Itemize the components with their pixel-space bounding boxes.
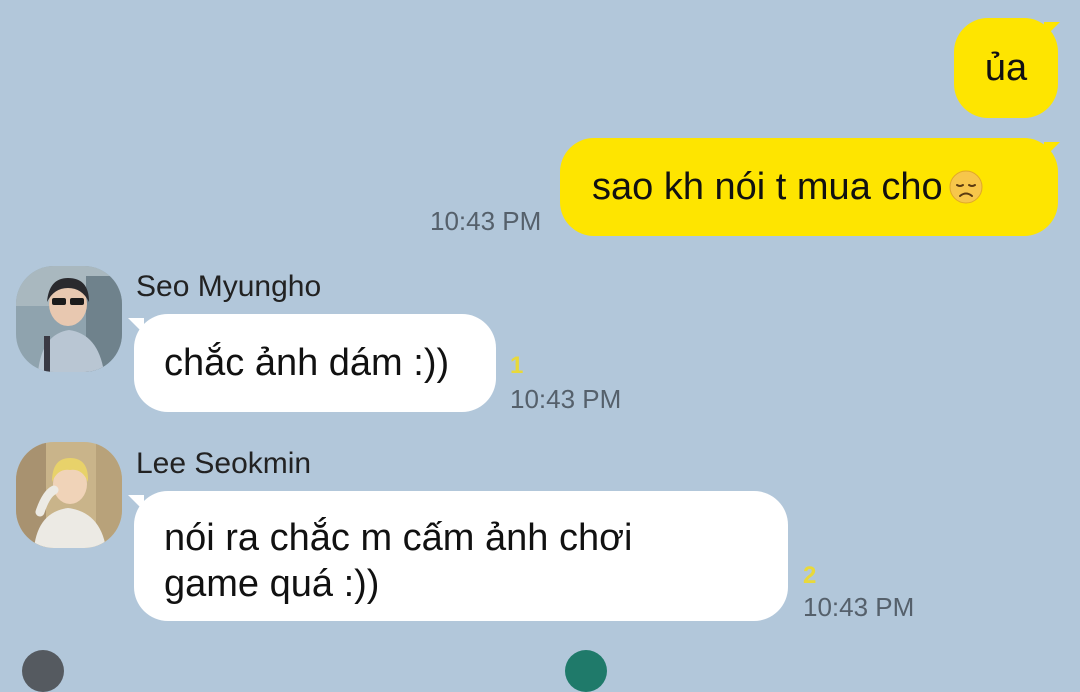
- avatar[interactable]: [16, 266, 122, 372]
- message-text: sao kh nói t mua cho: [592, 166, 943, 208]
- next-icon-partial: [565, 650, 607, 692]
- unread-count: 1: [510, 352, 524, 379]
- message-text: chắc ảnh dám :)): [164, 342, 450, 384]
- message-text-line: game quá :)): [164, 563, 380, 605]
- sender-name: Seo Myungho: [136, 270, 322, 303]
- bubble-tail: [128, 318, 144, 334]
- avatar[interactable]: [16, 442, 122, 548]
- bubble-tail: [128, 495, 144, 511]
- incoming-message-bubble[interactable]: nói ra chắc m cấm ảnh chơi game quá :)): [134, 491, 788, 621]
- message-timestamp: 10:43 PM: [803, 592, 915, 622]
- message-timestamp: 10:43 PM: [510, 384, 622, 414]
- outgoing-message-bubble[interactable]: sao kh nói t mua cho: [560, 138, 1058, 236]
- bubble-tail: [1044, 142, 1060, 158]
- message-text: ủa: [984, 47, 1028, 89]
- sender-name: Lee Seokmin: [136, 447, 312, 480]
- message-text-line: nói ra chắc m cấm ảnh chơi: [164, 517, 633, 559]
- person-photo-avatar: [16, 266, 122, 372]
- person-photo-avatar: [16, 442, 122, 548]
- next-avatar-partial: [22, 650, 64, 692]
- bubble-tail: [1044, 22, 1060, 38]
- unread-count: 2: [803, 562, 817, 589]
- incoming-message-bubble[interactable]: chắc ảnh dám :)): [134, 314, 496, 412]
- message-timestamp: 10:43 PM: [430, 206, 542, 236]
- outgoing-message-bubble[interactable]: ủa: [954, 18, 1058, 118]
- disappointed-face-icon: [949, 170, 983, 204]
